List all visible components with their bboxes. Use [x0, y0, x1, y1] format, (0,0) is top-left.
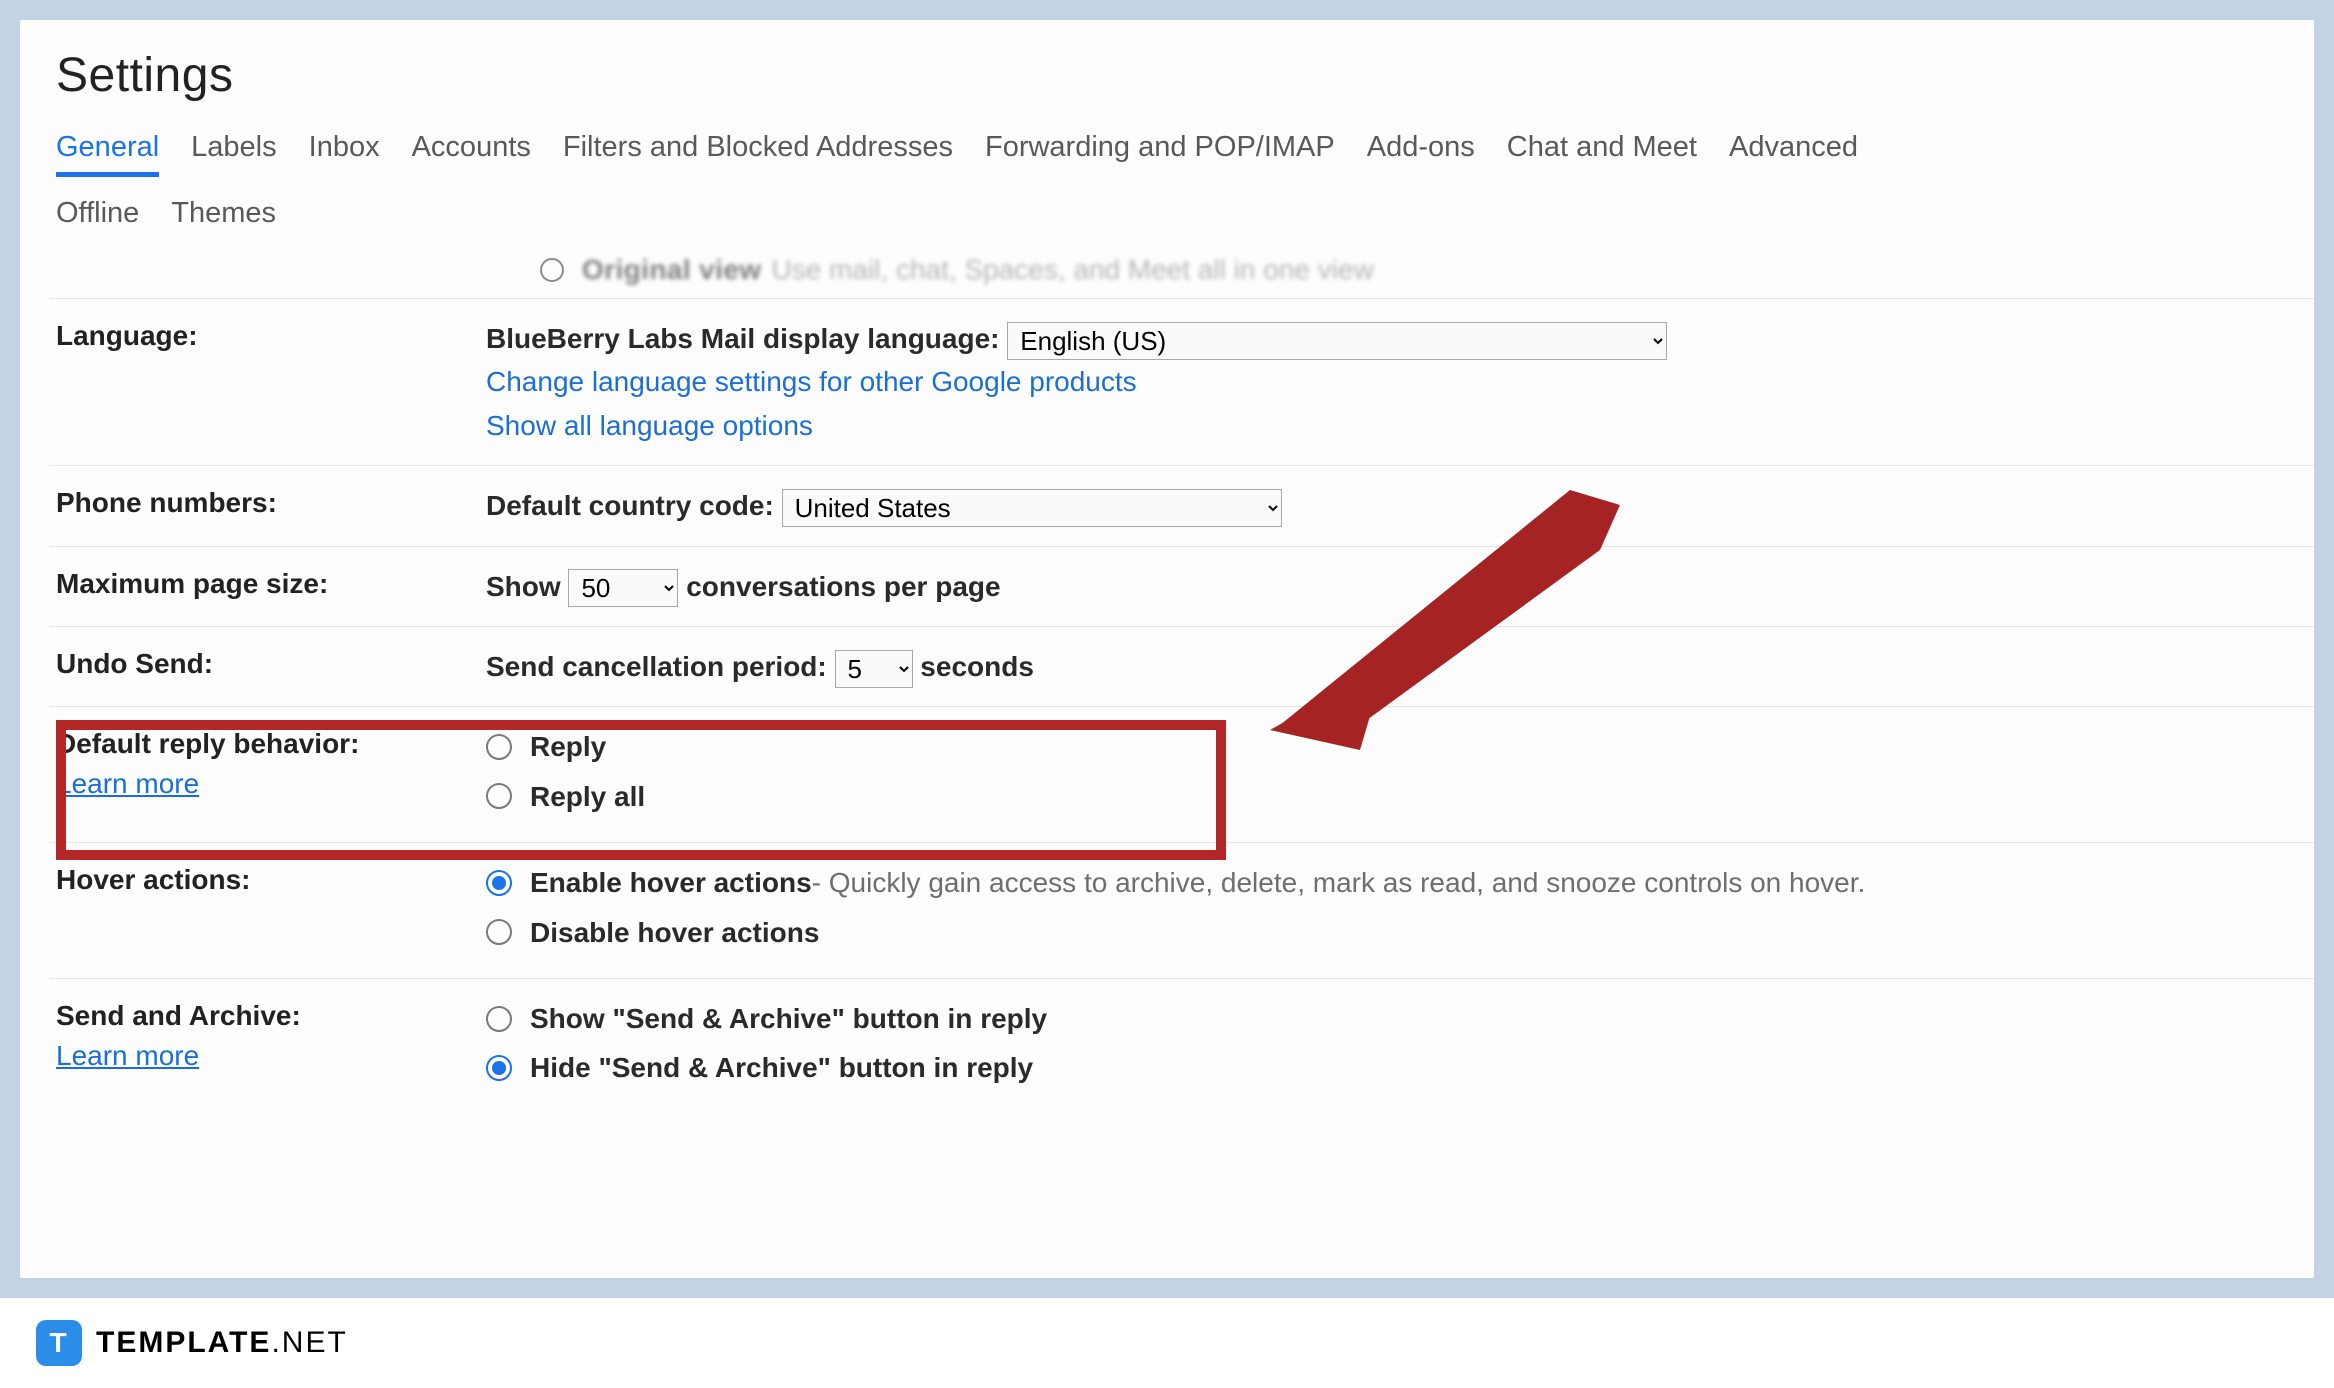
- tab-forwarding[interactable]: Forwarding and POP/IMAP: [985, 131, 1335, 177]
- row-language: Language: BlueBerry Labs Mail display la…: [50, 298, 2314, 465]
- row-undo-send: Undo Send: Send cancellation period: 5 s…: [50, 626, 2314, 706]
- show-send-archive-label: Show "Send & Archive" button in reply: [530, 997, 1047, 1040]
- row-page-size: Maximum page size: Show 50 conversations…: [50, 546, 2314, 626]
- row-hover-actions: Hover actions: Enable hover actions - Qu…: [50, 842, 2314, 978]
- phone-value: Default country code: United States: [486, 484, 2278, 527]
- enable-hover-radio[interactable]: [486, 870, 512, 896]
- footer-logo-icon: T: [36, 1320, 82, 1366]
- reply-value: Reply Reply all: [486, 725, 2278, 824]
- footer-brand-tld: .NET: [271, 1326, 347, 1359]
- language-prefix: BlueBerry Labs Mail display language:: [486, 323, 999, 354]
- reply-learn-more-link[interactable]: Learn more: [56, 765, 486, 803]
- tab-labels[interactable]: Labels: [191, 131, 276, 177]
- enable-hover-desc: - Quickly gain access to archive, delete…: [812, 861, 1866, 904]
- tab-general[interactable]: General: [56, 131, 159, 177]
- change-language-link[interactable]: Change language settings for other Googl…: [486, 366, 1137, 397]
- undo-send-prefix: Send cancellation period:: [486, 651, 827, 682]
- row-phone: Phone numbers: Default country code: Uni…: [50, 465, 2314, 545]
- cutoff-desc: Use mail, chat, Spaces, and Meet all in …: [771, 254, 1373, 286]
- row-reply-behavior: Default reply behavior: Learn more Reply…: [50, 706, 2314, 842]
- reply-all-radio[interactable]: [486, 783, 512, 809]
- undo-send-suffix: seconds: [920, 651, 1034, 682]
- hide-send-archive-radio[interactable]: [486, 1055, 512, 1081]
- language-value: BlueBerry Labs Mail display language: En…: [486, 317, 2278, 447]
- language-select[interactable]: English (US): [1007, 322, 1667, 360]
- page-size-prefix: Show: [486, 571, 561, 602]
- settings-panel: Settings General Labels Inbox Accounts F…: [20, 20, 2314, 1278]
- cutoff-row: Original view Use mail, chat, Spaces, an…: [56, 252, 2278, 298]
- footer-brand: TEMPLATE.NET: [96, 1326, 348, 1360]
- tab-chat-meet[interactable]: Chat and Meet: [1507, 131, 1697, 177]
- footer-brand-bar: T TEMPLATE.NET: [0, 1298, 2334, 1388]
- radio-icon[interactable]: [540, 258, 564, 282]
- hover-value: Enable hover actions - Quickly gain acce…: [486, 861, 2278, 960]
- send-archive-label-col: Send and Archive: Learn more: [56, 997, 486, 1075]
- settings-body: Original view Use mail, chat, Spaces, an…: [56, 252, 2278, 1114]
- enable-hover-label: Enable hover actions: [530, 861, 812, 904]
- disable-hover-radio[interactable]: [486, 919, 512, 945]
- page-size-suffix: conversations per page: [686, 571, 1000, 602]
- reply-radio[interactable]: [486, 734, 512, 760]
- tabs-row-1: General Labels Inbox Accounts Filters an…: [56, 113, 2278, 191]
- tab-offline[interactable]: Offline: [56, 197, 139, 238]
- tab-inbox[interactable]: Inbox: [309, 131, 380, 177]
- reply-label: Default reply behavior:: [56, 728, 359, 759]
- page-size-value: Show 50 conversations per page: [486, 565, 2278, 608]
- page-title: Settings: [56, 48, 2278, 103]
- language-label: Language:: [56, 317, 486, 355]
- reply-option-reply-all: Reply all: [530, 775, 645, 818]
- reply-label-col: Default reply behavior: Learn more: [56, 725, 486, 803]
- reply-option-reply: Reply: [530, 725, 606, 768]
- tab-addons[interactable]: Add-ons: [1367, 131, 1475, 177]
- row-send-archive: Send and Archive: Learn more Show "Send …: [50, 978, 2314, 1114]
- footer-brand-strong: TEMPLATE: [96, 1326, 271, 1359]
- country-code-select[interactable]: United States: [782, 489, 1282, 527]
- disable-hover-label: Disable hover actions: [530, 911, 819, 954]
- send-archive-learn-more-link[interactable]: Learn more: [56, 1037, 486, 1075]
- tab-themes[interactable]: Themes: [171, 197, 276, 238]
- send-archive-label: Send and Archive:: [56, 1000, 301, 1031]
- undo-send-label: Undo Send:: [56, 645, 486, 683]
- show-all-language-link[interactable]: Show all language options: [486, 410, 813, 441]
- page-size-select[interactable]: 50: [568, 569, 678, 607]
- tab-advanced[interactable]: Advanced: [1729, 131, 1858, 177]
- undo-send-value: Send cancellation period: 5 seconds: [486, 645, 2278, 688]
- send-archive-value: Show "Send & Archive" button in reply Hi…: [486, 997, 2278, 1096]
- hide-send-archive-label: Hide "Send & Archive" button in reply: [530, 1046, 1033, 1089]
- cutoff-label: Original view: [582, 254, 761, 286]
- show-send-archive-radio[interactable]: [486, 1006, 512, 1032]
- page-size-label: Maximum page size:: [56, 565, 486, 603]
- tabs-row-2: Offline Themes: [56, 191, 2278, 252]
- phone-label: Phone numbers:: [56, 484, 486, 522]
- tab-filters[interactable]: Filters and Blocked Addresses: [563, 131, 953, 177]
- tab-accounts[interactable]: Accounts: [412, 131, 531, 177]
- undo-send-select[interactable]: 5: [835, 650, 913, 688]
- phone-prefix: Default country code:: [486, 490, 774, 521]
- hover-label: Hover actions:: [56, 861, 486, 899]
